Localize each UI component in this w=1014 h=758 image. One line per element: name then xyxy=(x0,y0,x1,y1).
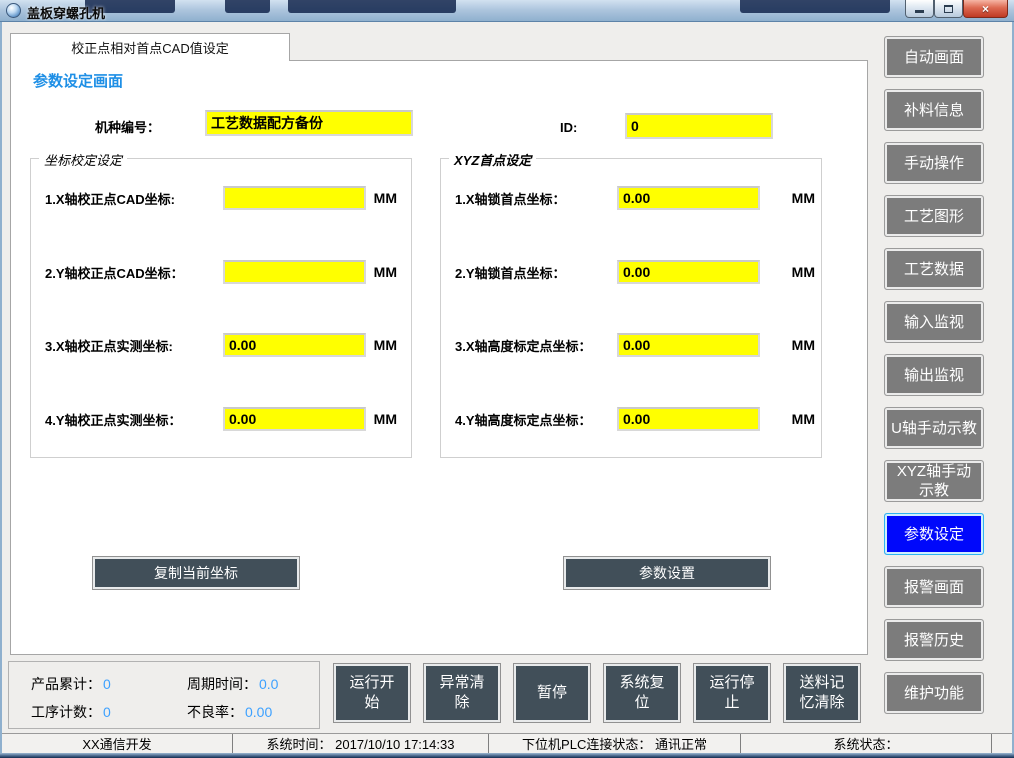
run-start-button[interactable]: 运行开始 xyxy=(333,663,411,723)
id-input[interactable] xyxy=(625,113,773,139)
minimize-icon xyxy=(915,10,924,13)
unit-label: MM xyxy=(374,411,397,427)
run-stop-button[interactable]: 运行停止 xyxy=(693,663,771,723)
group-xyz-first-point-title: XYZ首点设定 xyxy=(449,150,536,169)
unit-label: MM xyxy=(792,411,815,427)
field-row: 1.X轴校正点CAD坐标: MM xyxy=(45,184,397,212)
status-company: XX通信开发 xyxy=(2,734,233,753)
copy-current-coordinates-button[interactable]: 复制当前坐标 xyxy=(92,556,300,590)
pause-button[interactable]: 暂停 xyxy=(513,663,591,723)
sidebar-item-parameter-setting[interactable]: 参数设定 xyxy=(884,513,984,555)
sidebar-item-maintenance[interactable]: 维护功能 xyxy=(884,672,984,714)
first-x-input[interactable] xyxy=(617,186,760,210)
id-label: ID: xyxy=(560,120,577,135)
feed-memory-clear-button[interactable]: 送料记忆清除 xyxy=(783,663,861,723)
close-icon: × xyxy=(982,2,989,16)
first-y-label: 2.Y轴锁首点坐标： xyxy=(455,263,617,282)
stat-value: 0 xyxy=(103,676,111,692)
model-number-input[interactable] xyxy=(205,110,413,136)
minimize-button[interactable] xyxy=(905,0,934,18)
error-clear-button[interactable]: 异常清除 xyxy=(423,663,501,723)
window-frame-bottom xyxy=(0,753,1014,758)
stat-product-total: 产品累计：0 xyxy=(31,674,111,694)
sidebar-item-process-graphic[interactable]: 工艺图形 xyxy=(884,195,984,237)
unit-label: MM xyxy=(374,264,397,280)
sidebar-item-xyz-axis-teach[interactable]: XYZ轴手动示教 xyxy=(884,460,984,502)
sidebar-item-process-data[interactable]: 工艺数据 xyxy=(884,248,984,290)
model-number-label: 机种编号： xyxy=(95,117,160,136)
sidebar-item-input-monitor[interactable]: 输入监视 xyxy=(884,301,984,343)
field-row: 4.Y轴校正点实测坐标： MM xyxy=(45,405,397,433)
statusbar: XX通信开发 系统时间： 2017/10/10 17:14:33 下位机PLC连… xyxy=(2,733,1012,753)
field-row: 2.Y轴校正点CAD坐标： MM xyxy=(45,258,397,286)
window-title: 盖板穿螺孔机 xyxy=(27,3,105,22)
stat-cycle-time: 周期时间：0.0 xyxy=(187,674,278,694)
height-y-input[interactable] xyxy=(617,407,760,431)
status-spacer xyxy=(992,734,1012,753)
status-plc-connection: 下位机PLC连接状态： 通讯正常 xyxy=(489,734,741,753)
page-title: 参数设定画面 xyxy=(33,70,123,91)
system-reset-button[interactable]: 系统复位 xyxy=(603,663,681,723)
sidebar-item-output-monitor[interactable]: 输出监视 xyxy=(884,354,984,396)
first-x-label: 1.X轴锁首点坐标： xyxy=(455,189,617,208)
stat-process-count: 工序计数：0 xyxy=(31,702,111,722)
sidebar-item-auto-screen[interactable]: 自动画面 xyxy=(884,36,984,78)
unit-label: MM xyxy=(792,264,815,280)
unit-label: MM xyxy=(374,190,397,206)
unit-label: MM xyxy=(374,337,397,353)
maximize-icon xyxy=(944,5,953,13)
measured-y-input[interactable] xyxy=(223,407,366,431)
sidebar-item-alarm-history[interactable]: 报警历史 xyxy=(884,619,984,661)
field-row: 1.X轴锁首点坐标： MM xyxy=(455,184,815,212)
measured-x-input[interactable] xyxy=(223,333,366,357)
field-row: 3.X轴高度标定点坐标： MM xyxy=(455,331,815,359)
unit-label: MM xyxy=(792,337,815,353)
height-y-label: 4.Y轴高度标定点坐标： xyxy=(455,410,617,429)
window: 盖板穿螺孔机 × 校正点相对首点CAD值设定 参数设定画面 机种编号： ID: … xyxy=(0,0,1014,758)
close-button[interactable]: × xyxy=(963,0,1008,18)
glass-reflection xyxy=(740,0,890,13)
maximize-button[interactable] xyxy=(934,0,963,18)
stat-defect-rate: 不良率：0.00 xyxy=(187,702,272,722)
glass-reflection xyxy=(225,0,270,13)
status-system-time: 系统时间： 2017/10/10 17:14:33 xyxy=(233,734,489,753)
sidebar-item-alarm-screen[interactable]: 报警画面 xyxy=(884,566,984,608)
stat-value: 0.00 xyxy=(245,704,272,720)
group-coordinate-calibration-title: 坐标校定设定 xyxy=(39,150,127,169)
cad-x-label: 1.X轴校正点CAD坐标: xyxy=(45,189,223,208)
titlebar: 盖板穿螺孔机 × xyxy=(0,0,1014,22)
sidebar-item-u-axis-teach[interactable]: U轴手动示教 xyxy=(884,407,984,449)
parameter-set-button[interactable]: 参数设置 xyxy=(563,556,771,590)
stat-value: 0.0 xyxy=(259,676,278,692)
first-y-input[interactable] xyxy=(617,260,760,284)
window-frame-left xyxy=(0,22,2,758)
cad-y-label: 2.Y轴校正点CAD坐标： xyxy=(45,263,223,282)
cad-y-input[interactable] xyxy=(223,260,366,284)
stat-value: 0 xyxy=(103,704,111,720)
field-row: 2.Y轴锁首点坐标： MM xyxy=(455,258,815,286)
status-system-status: 系统状态： xyxy=(741,734,992,753)
sidebar-item-manual-operation[interactable]: 手动操作 xyxy=(884,142,984,184)
sidebar-item-refill-info[interactable]: 补料信息 xyxy=(884,89,984,131)
stats-panel: 产品累计：0 周期时间：0.0 工序计数：0 不良率：0.00 xyxy=(8,661,320,729)
height-x-label: 3.X轴高度标定点坐标： xyxy=(455,336,617,355)
measured-y-label: 4.Y轴校正点实测坐标： xyxy=(45,410,223,429)
height-x-input[interactable] xyxy=(617,333,760,357)
field-row: 3.X轴校正点实测坐标: MM xyxy=(45,331,397,359)
measured-x-label: 3.X轴校正点实测坐标: xyxy=(45,336,223,355)
app-icon xyxy=(6,3,21,18)
tab-correction-cad-setting[interactable]: 校正点相对首点CAD值设定 xyxy=(10,33,290,61)
glass-reflection xyxy=(288,0,456,13)
field-row: 4.Y轴高度标定点坐标： MM xyxy=(455,405,815,433)
cad-x-input[interactable] xyxy=(223,186,366,210)
unit-label: MM xyxy=(792,190,815,206)
